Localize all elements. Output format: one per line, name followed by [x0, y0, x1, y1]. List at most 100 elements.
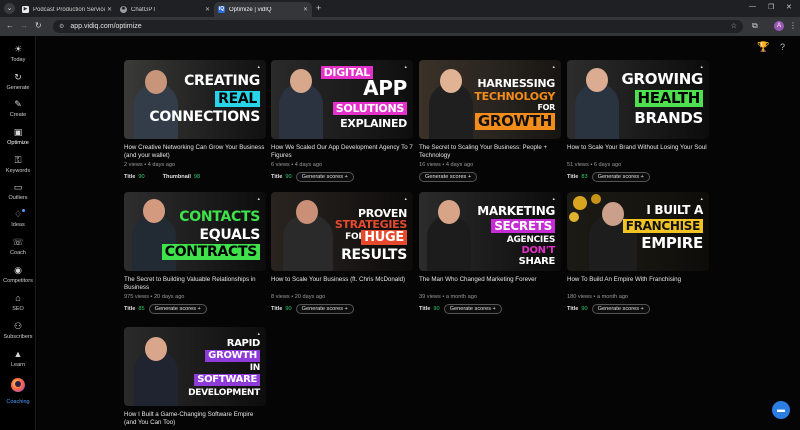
trophy-icon[interactable]: 🏆 — [757, 42, 769, 53]
menu-kebab-icon[interactable]: ⋮ — [789, 21, 797, 31]
sidebar-item-label: Keywords — [5, 168, 31, 174]
video-title[interactable]: The Secret to Building Valuable Relation… — [124, 276, 266, 292]
title-score: Title 90 — [271, 306, 292, 312]
sidebar-item-label: Coach — [10, 250, 26, 256]
video-title[interactable]: The Man Who Changed Marketing Forever — [419, 276, 561, 292]
score-row: Title 90 Generate scores + — [271, 304, 413, 314]
support-chat-button[interactable]: ▬ — [772, 401, 790, 419]
generate-scores-button[interactable]: Generate scores + — [419, 172, 478, 182]
thumb-text: REAL — [215, 91, 260, 107]
video-thumbnail[interactable]: ▲ MARKETING SECRETS AGENCIES DON'T SHARE — [419, 192, 561, 271]
video-thumbnail[interactable]: ▲ DIGITAL APP SOLUTIONS EXPLAINED — [271, 60, 413, 139]
tab-search-icon[interactable]: ⌄ — [4, 3, 15, 14]
thumb-text: GROWTH — [205, 350, 260, 362]
close-icon[interactable]: ✕ — [303, 6, 308, 13]
thumb-text: GROWTH — [474, 113, 555, 130]
video-card[interactable]: ▲ GROWING HEALTH BRANDS How to Scale You… — [567, 60, 709, 182]
coin-icon — [573, 196, 587, 210]
notification-dot — [22, 209, 25, 212]
host-figure — [132, 215, 176, 271]
thumb-text: CONTACTS — [179, 209, 260, 225]
minimize-icon[interactable]: — — [749, 3, 756, 10]
channel-brand: ▲ — [256, 331, 261, 336]
video-card[interactable]: ▲ CREATING REAL CONNECTIONS How Creative… — [124, 60, 266, 182]
close-icon[interactable]: ✕ — [107, 6, 112, 13]
address-bar[interactable]: ⚙ app.vidiq.com/optimize ☆ — [53, 20, 743, 33]
generate-scores-button[interactable]: Generate scores + — [295, 172, 354, 182]
video-card[interactable]: ▲ MARKETING SECRETS AGENCIES DON'T SHARE… — [419, 192, 561, 314]
sidebar-item-outliers[interactable]: ▭ Outliers — [0, 182, 36, 208]
video-title[interactable]: How We Scaled Our App Development Agency… — [271, 144, 413, 160]
forward-icon[interactable]: → — [20, 21, 28, 31]
reload-icon[interactable]: ↻ — [35, 21, 42, 31]
video-meta: 6 views • 4 days ago — [271, 162, 323, 168]
video-card[interactable]: ▲ RAPID GROWTH IN SOFTWARE DEVELOPMENT H… — [124, 327, 266, 427]
channel-brand: ▲ — [256, 196, 261, 201]
help-icon[interactable]: ? — [780, 42, 785, 52]
video-thumbnail[interactable]: ▲ PROVEN STRATEGIES FOR HUGE RESULTS — [271, 192, 413, 271]
video-meta: 16 views • 4 days ago — [419, 162, 474, 168]
video-card[interactable]: ▲ DIGITAL APP SOLUTIONS EXPLAINED How We… — [271, 60, 413, 182]
thumb-text: IN — [249, 363, 261, 373]
sidebar-item-today[interactable]: ☀ Today — [0, 44, 36, 70]
profile-avatar[interactable]: A — [774, 21, 784, 31]
bookmark-star-icon[interactable]: ☆ — [731, 22, 737, 30]
sidebar-item-label: Learn — [10, 362, 26, 368]
video-card[interactable]: ▲ I BUILT A FRANCHISE EMPIRE How To Buil… — [567, 192, 709, 314]
generate-scores-button[interactable]: Generate scores + — [591, 304, 650, 314]
browser-tab-podcast[interactable]: ▶ Podcast Production Services - S ✕ — [18, 2, 116, 17]
video-card[interactable]: ▲ HARNESSING TECHNOLOGY FOR GROWTH The S… — [419, 60, 561, 182]
video-title[interactable]: How I Built a Game-Changing Software Emp… — [124, 411, 266, 427]
video-title[interactable]: How to Scale Your Business (ft. Chris Mc… — [271, 276, 413, 292]
sidebar-item-subscribers[interactable]: ⚇ Subscribers — [0, 321, 36, 347]
video-thumbnail[interactable]: ▲ I BUILT A FRANCHISE EMPIRE — [567, 192, 709, 271]
browser-tab-chatgpt[interactable]: ✺ ChatGPT ✕ — [116, 2, 214, 17]
sidebar-item-learn[interactable]: ▲ Learn — [0, 349, 36, 375]
back-icon[interactable]: ← — [6, 21, 14, 31]
site-info-icon[interactable]: ⚙ — [59, 23, 64, 30]
sidebar-item-create[interactable]: ✎ Create — [0, 99, 36, 125]
video-meta: 8 views • 20 days ago — [271, 294, 326, 300]
sidebar-item-label: Subscribers — [3, 334, 33, 340]
tab-title: Optimize | vidIQ — [229, 6, 272, 13]
close-icon[interactable]: ✕ — [205, 6, 210, 13]
video-card[interactable]: ▲ PROVEN STRATEGIES FOR HUGE RESULTS How… — [271, 192, 413, 314]
bulb-icon: ♢ — [13, 209, 23, 219]
sidebar-item-keywords[interactable]: ⚿ Keywords — [0, 155, 36, 181]
video-card[interactable]: ▲ CONTACTS EQUALS CONTRACTS The Secret t… — [124, 192, 266, 314]
sidebar-item-ideas[interactable]: ♢ Ideas — [0, 209, 36, 235]
sidebar-item-label: Coaching — [6, 399, 30, 405]
video-thumbnail[interactable]: ▲ GROWING HEALTH BRANDS — [567, 60, 709, 139]
video-thumbnail[interactable]: ▲ HARNESSING TECHNOLOGY FOR GROWTH — [419, 60, 561, 139]
generate-scores-button[interactable]: Generate scores + — [443, 304, 502, 314]
sidebar-item-coaching[interactable]: Coaching — [0, 378, 36, 408]
channel-brand: ▲ — [699, 196, 704, 201]
score-row: Title 83 Generate scores + — [567, 172, 709, 182]
generate-scores-button[interactable]: Generate scores + — [148, 304, 207, 314]
cap-icon: ▲ — [13, 349, 23, 359]
new-tab-icon[interactable]: + — [316, 3, 321, 13]
generate-scores-button[interactable]: Generate scores + — [591, 172, 650, 182]
video-thumbnail[interactable]: ▲ RAPID GROWTH IN SOFTWARE DEVELOPMENT — [124, 327, 266, 406]
restore-icon[interactable]: ❐ — [768, 3, 774, 11]
video-thumbnail[interactable]: ▲ CREATING REAL CONNECTIONS — [124, 60, 266, 139]
generate-scores-button[interactable]: Generate scores + — [295, 304, 354, 314]
sidebar-item-seo[interactable]: ⌂ SEO — [0, 293, 36, 319]
sidebar-item-competitors[interactable]: ◉ Competitors — [0, 265, 36, 291]
sidebar-item-label: Competitors — [3, 278, 33, 284]
sidebar-item-generate[interactable]: ↻ Generate — [0, 72, 36, 98]
thumb-text: HARNESSING — [477, 77, 555, 90]
video-title[interactable]: How Creative Networking Can Grow Your Bu… — [124, 144, 266, 160]
extensions-icon[interactable]: ⧉ — [752, 21, 758, 31]
thumb-text: HUGE — [361, 230, 407, 245]
browser-tab-vidiq[interactable]: iQ Optimize | vidIQ ✕ — [214, 2, 312, 17]
video-meta: 180 views • a month ago — [567, 294, 629, 300]
thumb-text: CREATING — [184, 73, 260, 89]
sidebar-item-optimize[interactable]: ▣ Optimize — [0, 127, 36, 153]
video-title[interactable]: The Secret to Scaling Your Business: Peo… — [419, 144, 561, 160]
video-title[interactable]: How To Build An Empire With Franchising — [567, 276, 709, 292]
video-thumbnail[interactable]: ▲ CONTACTS EQUALS CONTRACTS — [124, 192, 266, 271]
window-close-icon[interactable]: ✕ — [786, 3, 792, 11]
video-title[interactable]: How to Scale Your Brand Without Losing Y… — [567, 144, 709, 160]
sidebar-item-coach[interactable]: ☏ Coach — [0, 237, 36, 263]
